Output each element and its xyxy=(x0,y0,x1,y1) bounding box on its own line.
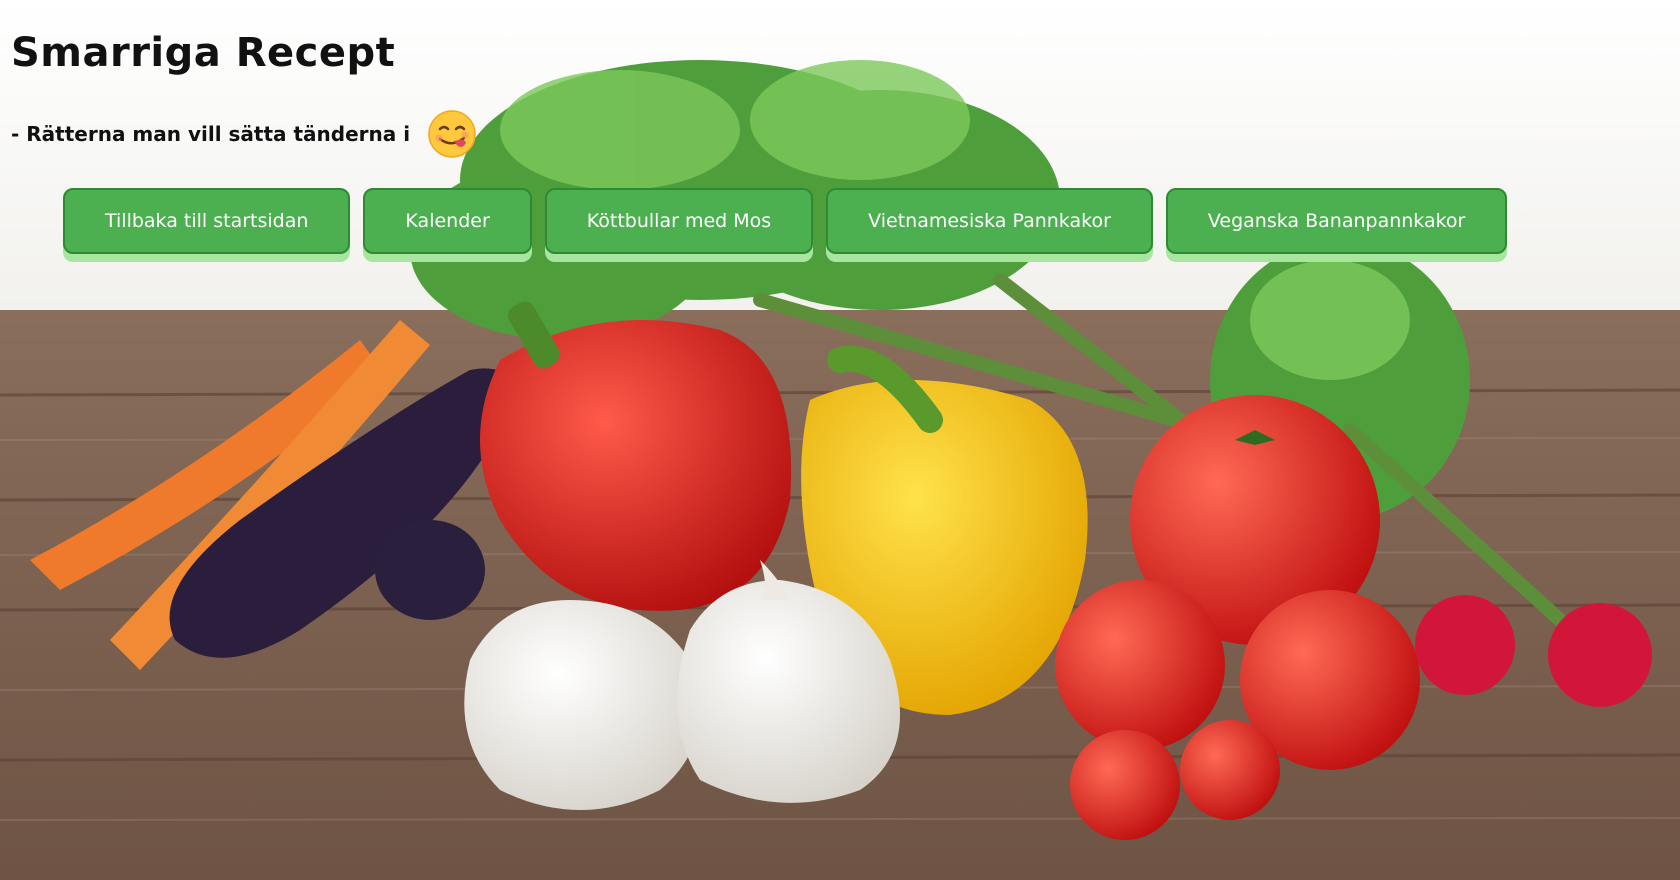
nav-button-home[interactable]: Tillbaka till startsidan xyxy=(63,188,351,254)
nav-button-kottbullar[interactable]: Köttbullar med Mos xyxy=(544,188,814,254)
face-savoring-food-icon xyxy=(428,110,476,158)
nav-button-calendar[interactable]: Kalender xyxy=(363,188,532,254)
tagline-text: - Rätterna man vill sätta tänderna i xyxy=(11,122,411,146)
nav-button-vietnamese-pancakes[interactable]: Vietnamesiska Pannkakor xyxy=(826,188,1153,254)
site-title: Smarriga Recept xyxy=(11,30,396,76)
recipe-nav: Tillbaka till startsidan Kalender Köttbu… xyxy=(63,188,1508,254)
nav-button-vegan-banana-pancakes[interactable]: Veganska Bananpannkakor xyxy=(1165,188,1508,254)
tagline: - Rätterna man vill sätta tänderna i xyxy=(11,108,478,160)
